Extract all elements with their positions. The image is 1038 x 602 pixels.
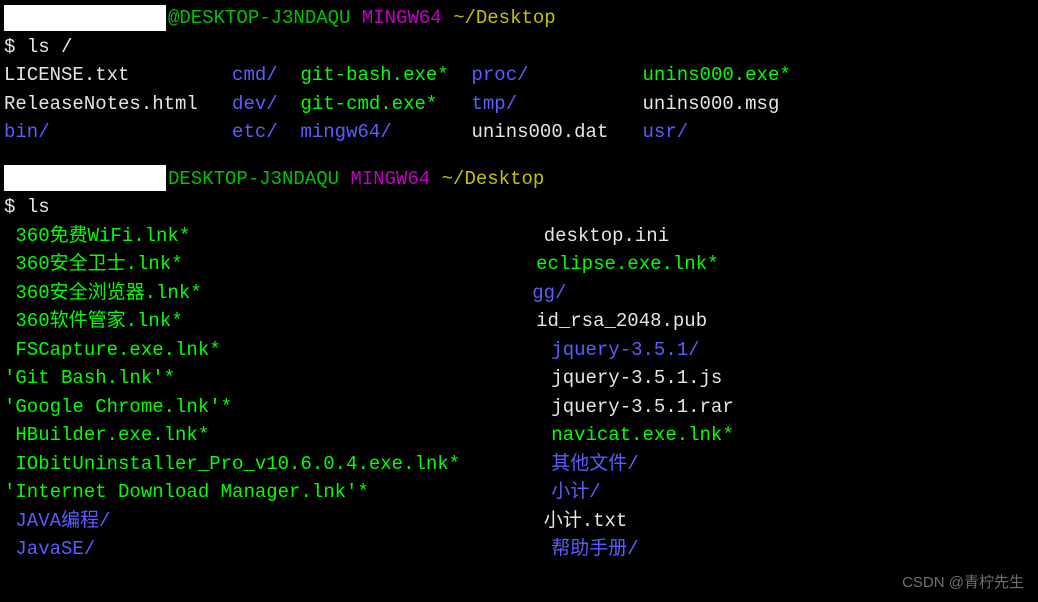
ls-output-row: HBuilder.exe.lnk* navicat.exe.lnk* — [4, 421, 1034, 450]
ls-output-row: FSCapture.exe.lnk* jquery-3.5.1/ — [4, 336, 1034, 365]
ls-output-row: JAVA编程/ 小计.txt — [4, 507, 1034, 536]
terminal-output[interactable]: @DESKTOP-J3NDAQU MINGW64 ~/Desktop$ ls /… — [4, 4, 1034, 564]
ls-output-row: 360免费WiFi.lnk* desktop.ini — [4, 222, 1034, 251]
ls-output-row: bin/ etc/ mingw64/ unins000.dat usr/ — [4, 118, 1034, 147]
prompt-line-1: @DESKTOP-J3NDAQU MINGW64 ~/Desktop — [4, 4, 1034, 33]
ls-output-row: ReleaseNotes.html dev/ git-cmd.exe* tmp/… — [4, 90, 1034, 119]
command-line-1: $ ls / — [4, 33, 1034, 62]
redacted-username — [4, 5, 166, 31]
ls-output-row: 360软件管家.lnk* id_rsa_2048.pub — [4, 307, 1034, 336]
ls-output-row: JavaSE/ 帮助手册/ — [4, 535, 1034, 564]
command-line-2: $ ls — [4, 193, 1034, 222]
ls-output-row: 360安全卫士.lnk* eclipse.exe.lnk* — [4, 250, 1034, 279]
ls-output-row: 'Git Bash.lnk'* jquery-3.5.1.js — [4, 364, 1034, 393]
ls-output-row: LICENSE.txt cmd/ git-bash.exe* proc/ uni… — [4, 61, 1034, 90]
prompt-line-2: DESKTOP-J3NDAQU MINGW64 ~/Desktop — [4, 165, 1034, 194]
ls-output-row: IObitUninstaller_Pro_v10.6.0.4.exe.lnk* … — [4, 450, 1034, 479]
redacted-username — [4, 165, 166, 191]
ls-output-row: 360安全浏览器.lnk* gg/ — [4, 279, 1034, 308]
watermark-text: CSDN @青柠先生 — [902, 572, 1024, 595]
ls-output-row: 'Internet Download Manager.lnk'* 小计/ — [4, 478, 1034, 507]
ls-output-row: 'Google Chrome.lnk'* jquery-3.5.1.rar — [4, 393, 1034, 422]
